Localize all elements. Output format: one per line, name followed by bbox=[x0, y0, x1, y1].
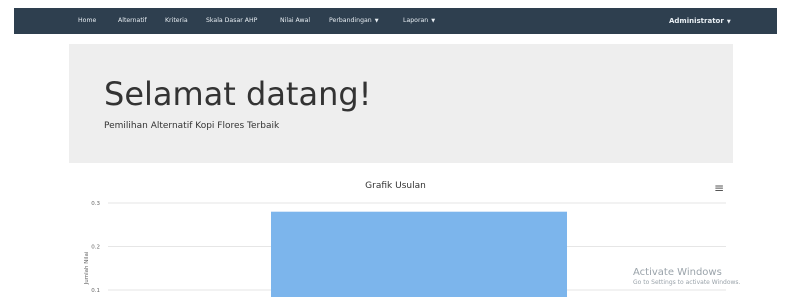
y-tick-label: 0.2 bbox=[91, 245, 100, 251]
chart-title: Grafik Usulan bbox=[365, 181, 426, 191]
windows-activation-watermark: Activate Windows Go to Settings to activ… bbox=[633, 267, 740, 286]
y-tick-label: 0.3 bbox=[91, 201, 100, 207]
bar-chart: 0.3 0.2 0.1 Jumlah Nilai bbox=[84, 201, 726, 297]
hamburger-menu-icon[interactable]: ≡ bbox=[714, 182, 724, 194]
chart-bars bbox=[271, 211, 567, 297]
chart-y-ticks: 0.3 0.2 0.1 bbox=[91, 201, 100, 294]
chart-y-axis-label: Jumlah Nilai bbox=[84, 251, 90, 285]
watermark-line2: Go to Settings to activate Windows. bbox=[633, 279, 741, 286]
y-tick-label: 0.1 bbox=[91, 288, 100, 294]
watermark-line1: Activate Windows bbox=[633, 267, 722, 278]
chart-bar[interactable] bbox=[271, 211, 567, 297]
app-window: Home Alternatif Kriteria Skala Dasar AHP… bbox=[0, 0, 791, 297]
